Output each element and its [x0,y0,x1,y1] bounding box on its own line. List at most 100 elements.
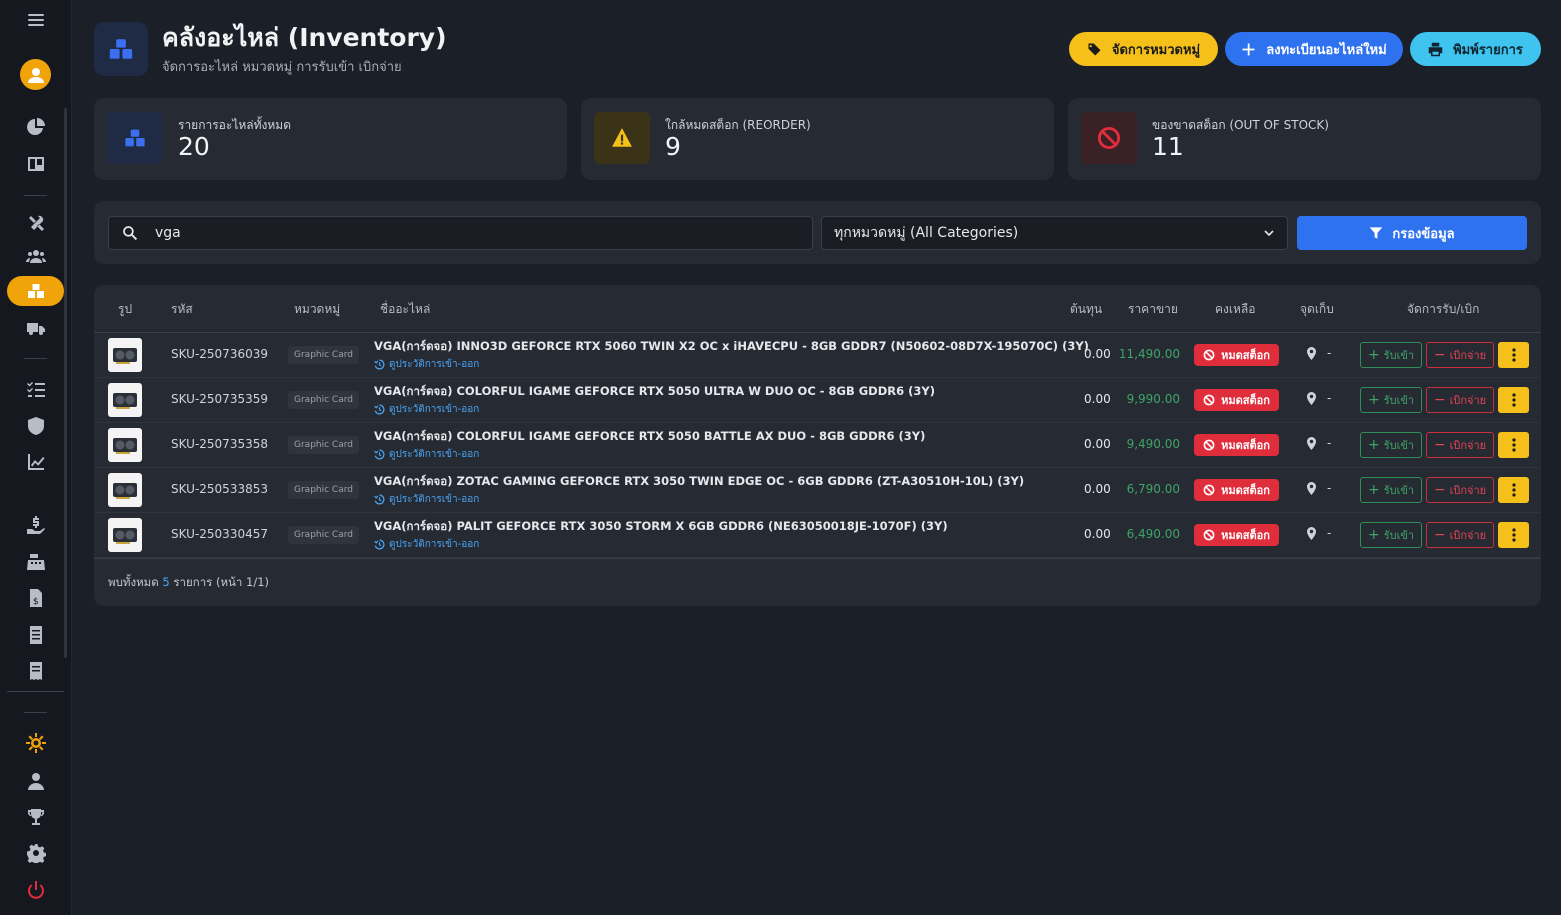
gear-icon[interactable] [0,838,72,868]
menu-toggle-icon[interactable] [0,5,72,35]
history-link[interactable]: ดูประวัติการเข้า-ออก [374,492,479,507]
table-row[interactable]: SKU-250735358 Graphic Card VGA(การ์ดจอ) … [94,423,1541,468]
history-link[interactable]: ดูประวัติการเข้า-ออก [374,537,479,552]
receive-button[interactable]: + รับเข้า [1360,387,1422,413]
ban-icon [1203,349,1215,361]
map-pin-icon [1307,436,1316,450]
out-of-stock-label: หมดสต็อก [1221,439,1270,452]
search-icon [123,226,138,241]
tags-icon [1087,43,1101,55]
board-icon[interactable] [0,149,72,179]
ellipsis-vertical-icon [1511,528,1516,542]
cash-register-icon[interactable] [0,547,72,577]
product-name: VGA(การ์ดจอ) PALIT GEFORCE RTX 3050 STOR… [374,519,948,533]
history-link[interactable]: ดูประวัติการเข้า-ออก [374,402,479,417]
print-list-button[interactable]: พิมพ์รายการ [1410,32,1541,66]
issue-button[interactable]: − เบิกจ่าย [1426,432,1494,458]
page-subtitle: จัดการอะไหล่ หมวดหมู่ การรับเข้า เบิกจ่า… [162,60,402,75]
table-row[interactable]: SKU-250735359 Graphic Card VGA(การ์ดจอ) … [94,378,1541,423]
category-badge: Graphic Card [288,436,359,454]
receive-label: รับเข้า [1383,529,1415,542]
more-options-button[interactable] [1498,432,1529,458]
shield-icon[interactable] [0,411,72,441]
filter-button[interactable]: กรองข้อมูล [1297,216,1527,250]
location-cell: - [1306,346,1331,360]
history-link[interactable]: ดูประวัติการเข้า-ออก [374,357,479,372]
issue-button[interactable]: − เบิกจ่าย [1426,477,1494,503]
more-options-button[interactable] [1498,522,1529,548]
result-summary: พบทั้งหมด 5 รายการ (หน้า 1/1) [108,574,269,592]
product-thumbnail[interactable] [108,338,142,372]
warning-icon [594,112,650,164]
more-options-button[interactable] [1498,342,1529,368]
power-logout-icon[interactable] [0,875,72,905]
search-input[interactable] [155,225,755,241]
table-row[interactable]: SKU-250533853 Graphic Card VGA(การ์ดจอ) … [94,468,1541,513]
ban-icon [1203,439,1215,451]
history-link[interactable]: ดูประวัติการเข้า-ออก [374,447,479,462]
ban-icon [1203,529,1215,541]
product-thumbnail[interactable] [108,428,142,462]
chart-line-icon[interactable] [0,447,72,477]
location-cell: - [1306,436,1331,450]
out-of-stock-label: หมดสต็อก [1221,529,1270,542]
cost-cell: 0.00 [1084,347,1111,361]
inventory-boxes-icon[interactable] [0,276,72,306]
col-image: รูป [118,302,133,316]
receive-label: รับเข้า [1383,439,1415,452]
user-avatar[interactable] [20,59,51,90]
sidebar-scrollbar[interactable] [64,108,67,658]
dashboard-pie-icon[interactable] [0,112,72,142]
out-of-stock-badge: หมดสต็อก [1194,524,1279,546]
receive-label: รับเข้า [1383,349,1415,362]
stat-card-reorder: ใกล้หมดสต็อก (REORDER) 9 [581,98,1054,180]
category-select[interactable]: ทุกหมวดหมู่ (All Categories) [821,216,1288,250]
filter-bar: ทุกหมวดหมู่ (All Categories) กรองข้อมูล [94,201,1541,264]
receive-button[interactable]: + รับเข้า [1360,522,1422,548]
receive-button[interactable]: + รับเข้า [1360,432,1422,458]
product-thumbnail[interactable] [108,518,142,552]
product-name: VGA(การ์ดจอ) COLORFUL IGAME GEFORCE RTX … [374,429,926,443]
trophy-icon[interactable] [0,802,72,832]
product-thumbnail[interactable] [108,383,142,417]
col-manage: จัดการรับ/เบิก [1407,302,1480,316]
price-cell: 6,790.00 [1126,482,1180,496]
out-of-stock-badge: หมดสต็อก [1194,479,1279,501]
issue-button[interactable]: − เบิกจ่าย [1426,342,1494,368]
users-group-icon[interactable] [0,241,72,271]
sku-cell: SKU-250735358 [171,437,268,451]
table-row[interactable]: SKU-250736039 Graphic Card VGA(การ์ดจอ) … [94,333,1541,378]
hand-money-icon[interactable] [0,510,72,540]
out-of-stock-badge: หมดสต็อก [1194,389,1279,411]
issue-button[interactable]: − เบิกจ่าย [1426,387,1494,413]
col-cost: ต้นทุน [1070,302,1103,316]
more-options-button[interactable] [1498,387,1529,413]
ban-icon [1203,484,1215,496]
receive-button[interactable]: + รับเข้า [1360,477,1422,503]
location-value: - [1327,436,1332,450]
receive-button[interactable]: + รับเข้า [1360,342,1422,368]
chevron-down-icon [1264,230,1274,237]
register-new-part-button[interactable]: ลงทะเบียนอะไหล่ใหม่ [1225,32,1403,66]
table-row[interactable]: SKU-250330457 Graphic Card VGA(การ์ดจอ) … [94,513,1541,558]
stat-out-of-stock-value: 11 [1152,132,1184,161]
more-options-button[interactable] [1498,477,1529,503]
issue-button[interactable]: − เบิกจ่าย [1426,522,1494,548]
invoice-dollar-icon[interactable]: $ [0,583,72,613]
ellipsis-vertical-icon [1511,438,1516,452]
cost-cell: 0.00 [1084,527,1111,541]
sidebar: $ [0,0,72,915]
truck-icon[interactable] [0,313,72,343]
out-of-stock-label: หมดสต็อก [1221,394,1270,407]
user-tie-icon[interactable] [0,766,72,796]
document-icon[interactable] [0,620,72,650]
task-list-icon[interactable] [0,374,72,404]
product-thumbnail[interactable] [108,473,142,507]
settings-sun-icon[interactable] [0,728,72,758]
ban-icon [1081,112,1137,164]
search-box[interactable] [108,216,813,250]
receipt-icon[interactable] [0,656,72,686]
out-of-stock-label: หมดสต็อก [1221,349,1270,362]
manage-categories-button[interactable]: จัดการหมวดหมู่ [1069,32,1218,66]
tools-icon[interactable] [0,209,72,239]
